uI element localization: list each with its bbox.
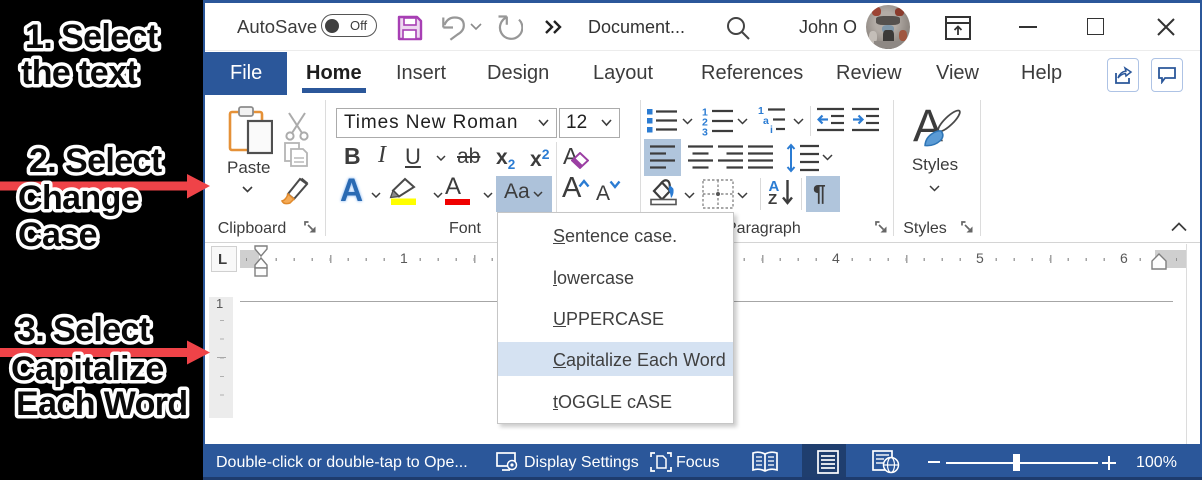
svg-text:Capitalize: Capitalize xyxy=(11,350,164,388)
svg-text:Case: Case xyxy=(18,216,97,254)
svg-text:i: i xyxy=(770,124,773,134)
svg-text:2. Select: 2. Select xyxy=(29,142,162,180)
svg-text:3. Select: 3. Select xyxy=(17,311,150,349)
svg-text:Z: Z xyxy=(768,191,777,206)
svg-text:the text: the text xyxy=(21,54,137,92)
svg-text:1. Select: 1. Select xyxy=(25,18,158,56)
svg-text:Each Word: Each Word xyxy=(16,385,188,423)
svg-text:Change: Change xyxy=(18,179,139,217)
svg-text:a: a xyxy=(763,115,769,127)
svg-text:3: 3 xyxy=(702,127,708,137)
